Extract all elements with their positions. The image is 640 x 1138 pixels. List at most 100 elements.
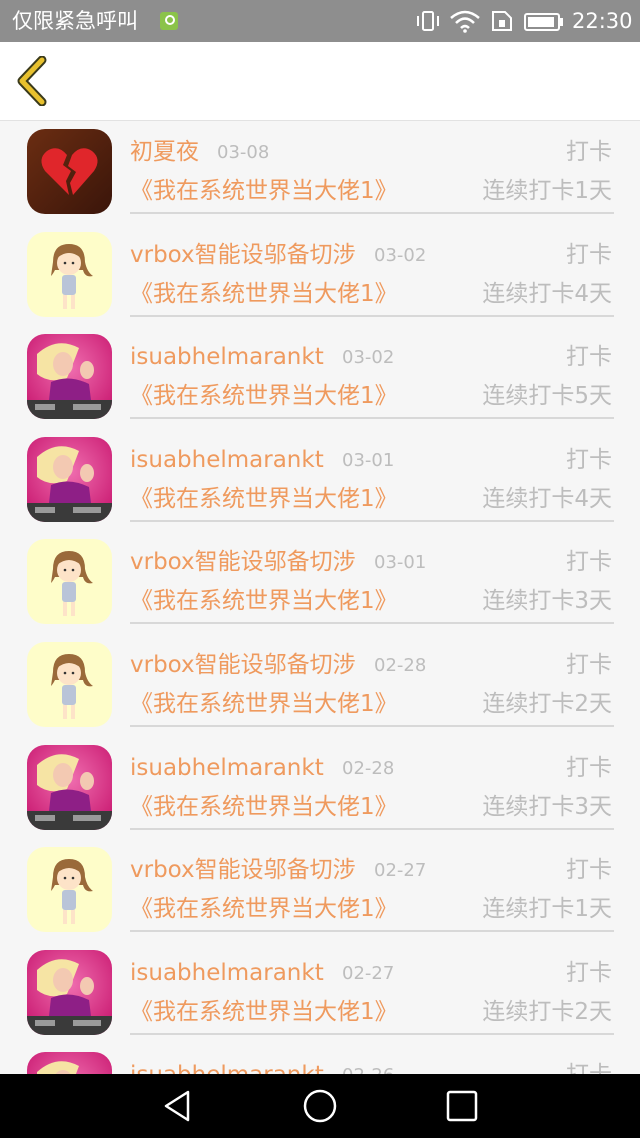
photo-woman-avatar bbox=[27, 334, 112, 420]
recents-square-icon[interactable] bbox=[444, 1088, 480, 1124]
list-item[interactable]: isuabhelmarankt 03-01 打卡《我在系统世界当大佬1》 连续打卡4天 bbox=[0, 429, 640, 531]
avatar[interactable] bbox=[27, 744, 112, 830]
photo-woman-avatar bbox=[27, 436, 112, 522]
book-title-link[interactable]: 《我在系统世界当大佬1》 bbox=[130, 892, 398, 926]
streak-count: 连续打卡4天 bbox=[482, 485, 612, 512]
user-name[interactable]: 初夏夜 bbox=[130, 135, 199, 169]
list-item[interactable]: vrbox智能设邬备切涉 02-27 打卡《我在系统世界当大佬1》 连续打卡1天 bbox=[0, 839, 640, 941]
row-divider bbox=[130, 930, 614, 933]
clock-time: 22:30 bbox=[572, 9, 633, 33]
wifi-icon bbox=[450, 10, 480, 33]
book-title-link[interactable]: 《我在系统世界当大佬1》 bbox=[130, 482, 398, 516]
photo-woman-avatar bbox=[27, 744, 112, 830]
carrier-label: 仅限紧急呼叫 bbox=[12, 9, 138, 33]
record-type: 打卡 bbox=[566, 344, 612, 371]
contacts-badge-icon bbox=[160, 12, 178, 30]
list-item[interactable]: vrbox智能设邬备切涉 03-01 打卡《我在系统世界当大佬1》 连续打卡3天 bbox=[0, 531, 640, 633]
record-date: 02-28 bbox=[342, 757, 395, 779]
row-divider bbox=[130, 417, 614, 420]
list-item[interactable]: isuabhelmarankt 03-02 打卡《我在系统世界当大佬1》 连续打卡5天 bbox=[0, 326, 640, 428]
record-type: 打卡 bbox=[566, 139, 612, 165]
record-type: 打卡 bbox=[566, 549, 612, 576]
header-bar bbox=[0, 42, 640, 121]
row-divider bbox=[130, 212, 614, 214]
book-title-link[interactable]: 《我在系统世界当大佬1》 bbox=[130, 995, 398, 1029]
book-title-link[interactable]: 《我在系统世界当大佬1》 bbox=[130, 174, 398, 208]
vibrate-icon bbox=[417, 11, 439, 31]
row-divider bbox=[130, 1032, 614, 1035]
row-divider bbox=[130, 725, 614, 727]
record-type: 打卡 bbox=[566, 857, 612, 884]
avatar[interactable] bbox=[27, 539, 112, 625]
record-type: 打卡 bbox=[566, 241, 612, 268]
home-circle-icon[interactable] bbox=[302, 1088, 338, 1124]
record-date: 03-02 bbox=[342, 347, 395, 369]
record-date: 03-01 bbox=[342, 449, 395, 471]
user-name[interactable]: isuabhelmarankt bbox=[130, 340, 324, 374]
row-divider bbox=[130, 827, 614, 830]
record-date: 02-28 bbox=[374, 655, 427, 676]
record-date: 03-01 bbox=[374, 552, 427, 574]
user-name[interactable]: vrbox智能设邬备切涉 bbox=[130, 545, 356, 579]
user-name[interactable]: vrbox智能设邬备切涉 bbox=[130, 238, 356, 272]
cartoon-girl-avatar bbox=[27, 539, 112, 625]
record-type: 打卡 bbox=[566, 959, 612, 986]
record-type: 打卡 bbox=[566, 652, 612, 678]
streak-count: 连续打卡3天 bbox=[482, 793, 612, 820]
user-name[interactable]: isuabhelmarankt bbox=[130, 443, 324, 477]
system-nav-bar bbox=[0, 1074, 640, 1138]
photo-woman-avatar bbox=[27, 949, 112, 1035]
chevron-left-icon bbox=[17, 55, 47, 107]
avatar[interactable] bbox=[27, 642, 112, 727]
back-triangle-icon[interactable] bbox=[160, 1088, 196, 1124]
list-item[interactable]: 初夏夜 03-08 打卡《我在系统世界当大佬1》 连续打卡1天 bbox=[0, 121, 640, 223]
record-date: 03-08 bbox=[217, 142, 270, 163]
record-date: 02-26 bbox=[342, 1062, 394, 1074]
record-type: 打卡 bbox=[566, 446, 612, 473]
book-title-link[interactable]: 《我在系统世界当大佬1》 bbox=[130, 277, 398, 311]
record-date: 02-27 bbox=[342, 962, 395, 984]
streak-count: 连续打卡2天 bbox=[482, 691, 612, 717]
row-divider bbox=[130, 519, 614, 522]
streak-count: 连续打卡1天 bbox=[482, 178, 612, 204]
book-title-link[interactable]: 《我在系统世界当大佬1》 bbox=[130, 584, 398, 618]
user-name[interactable]: vrbox智能设邬备切涉 bbox=[130, 853, 356, 887]
avatar[interactable] bbox=[27, 129, 112, 214]
book-title-link[interactable]: 《我在系统世界当大佬1》 bbox=[130, 379, 398, 413]
row-divider bbox=[130, 314, 614, 317]
row-divider bbox=[130, 622, 614, 625]
streak-count: 连续打卡2天 bbox=[482, 998, 612, 1025]
avatar[interactable] bbox=[27, 1052, 112, 1074]
user-name[interactable]: isuabhelmarankt bbox=[130, 751, 324, 785]
status-bar: 仅限紧急呼叫 22:30 bbox=[0, 0, 640, 42]
list-item[interactable]: isuabhelmarankt 02-28 打卡《我在系统世界当大佬1》 连续打卡3天 bbox=[0, 737, 640, 839]
avatar[interactable] bbox=[27, 231, 112, 317]
streak-count: 连续打卡4天 bbox=[482, 280, 612, 307]
record-type: 打卡 bbox=[566, 1058, 612, 1074]
avatar[interactable] bbox=[27, 334, 112, 420]
broken-heart-icon bbox=[27, 129, 112, 214]
record-date: 02-27 bbox=[374, 860, 427, 882]
back-button[interactable] bbox=[14, 55, 54, 107]
book-title-link[interactable]: 《我在系统世界当大佬1》 bbox=[130, 790, 398, 824]
streak-count: 连续打卡3天 bbox=[482, 588, 612, 615]
avatar[interactable] bbox=[27, 949, 112, 1035]
record-type: 打卡 bbox=[566, 754, 612, 781]
list-item[interactable]: vrbox智能设邬备切涉 02-28 打卡《我在系统世界当大佬1》 连续打卡2天 bbox=[0, 634, 640, 736]
user-name[interactable]: isuabhelmarankt bbox=[130, 956, 324, 990]
streak-count: 连续打卡1天 bbox=[482, 896, 612, 923]
user-name[interactable]: isuabhelmarankt bbox=[130, 1058, 324, 1074]
list-item[interactable]: isuabhelmarankt 02-27 打卡《我在系统世界当大佬1》 连续打卡2天 bbox=[0, 942, 640, 1044]
record-date: 03-02 bbox=[374, 244, 427, 266]
streak-count: 连续打卡5天 bbox=[482, 383, 612, 410]
checkin-record-list: 初夏夜 03-08 打卡 《我在系统世界当大佬1》 连续打卡1天 vrbox智能设邬备切涉… bbox=[0, 121, 640, 1074]
user-name[interactable]: vrbox智能设邬备切涉 bbox=[130, 648, 356, 682]
list-item[interactable]: vrbox智能设邬备切涉 03-02 打卡《我在系统世界当大佬1》 连续打卡4天 bbox=[0, 224, 640, 326]
sim-card-icon bbox=[492, 11, 512, 31]
cartoon-girl-avatar bbox=[27, 847, 112, 933]
cartoon-girl-avatar bbox=[27, 231, 112, 317]
list-item[interactable]: isuabhelmarankt 02-26 打卡 bbox=[0, 1044, 640, 1074]
avatar[interactable] bbox=[27, 847, 112, 933]
avatar[interactable] bbox=[27, 436, 112, 522]
book-title-link[interactable]: 《我在系统世界当大佬1》 bbox=[130, 687, 398, 721]
